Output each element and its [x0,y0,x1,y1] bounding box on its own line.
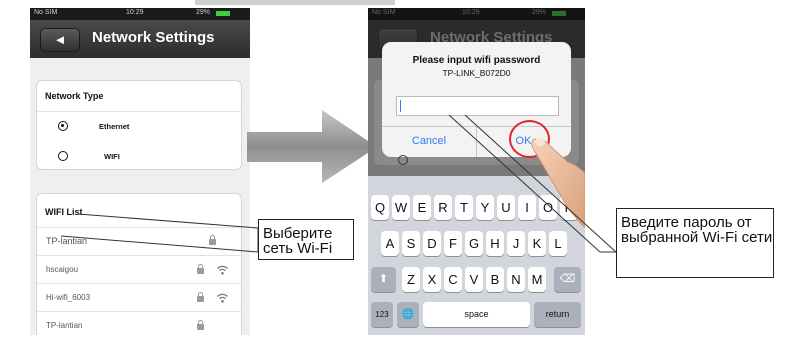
callout-select-network: Выберите сеть Wi-Fi [258,219,354,260]
callout-pointer-lines [60,114,618,253]
callout-enter-password: Введите пароль от выбранной Wi-Fi сети [616,208,774,278]
